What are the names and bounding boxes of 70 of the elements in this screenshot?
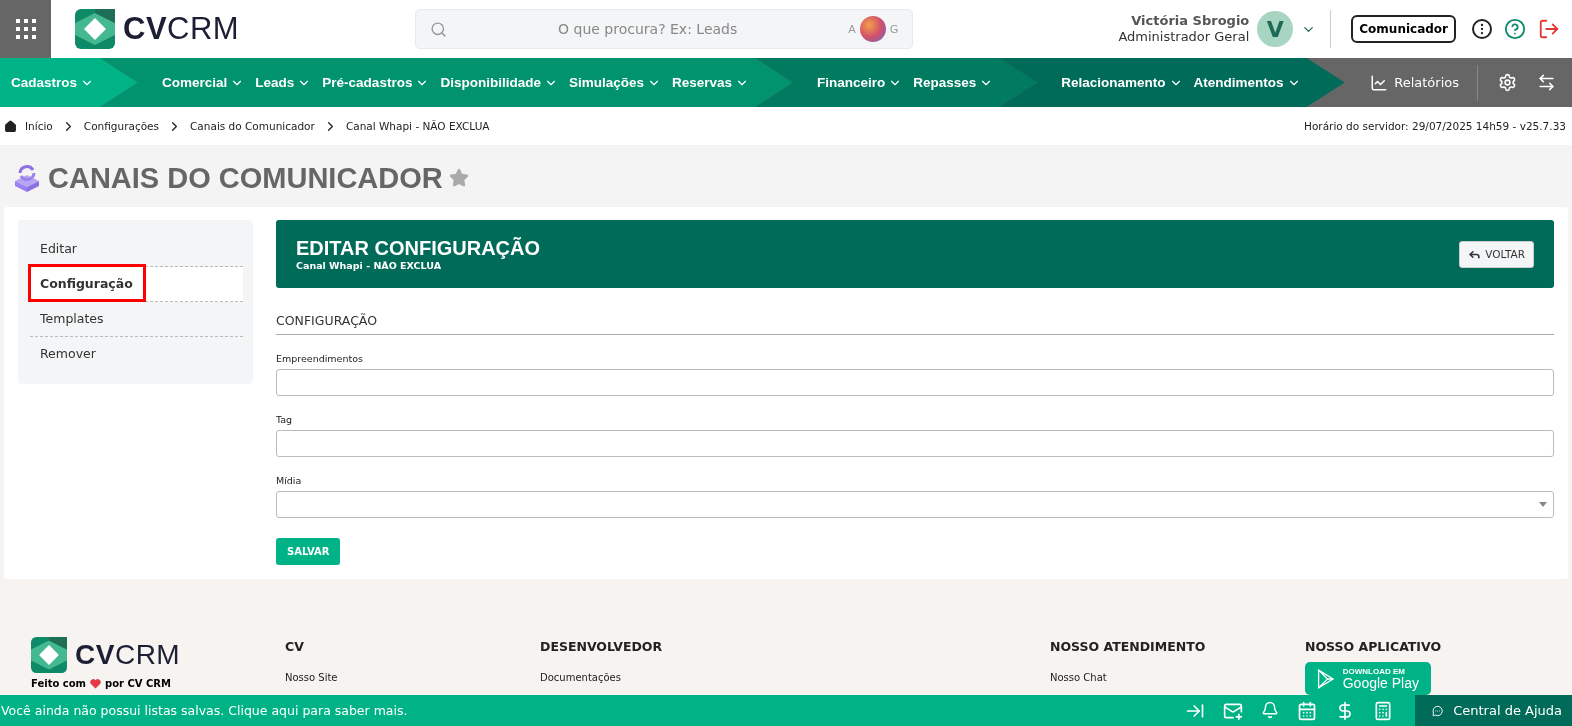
user-role: Administrador Geral — [1118, 29, 1250, 45]
made-with-text: por CV CRM — [105, 678, 171, 689]
field-label: Tag — [276, 414, 294, 426]
panel-subtitle: Canal Whapi - NÃO EXCLUA — [296, 260, 442, 272]
footer-heading: DESENVOLVEDOR — [540, 639, 664, 654]
help-icon[interactable] — [1504, 18, 1526, 40]
caret-icon — [1539, 502, 1547, 508]
footer-link[interactable]: Nosso Chat — [1050, 672, 1305, 683]
more-icon[interactable] — [1472, 19, 1492, 39]
user-avatar[interactable]: V — [1257, 11, 1294, 47]
calendar-icon[interactable] — [1297, 700, 1317, 721]
logo-icon — [31, 637, 67, 673]
nav-menu-item[interactable]: Leads — [255, 75, 312, 90]
footer-heading: NOSSO ATENDIMENTO — [1050, 639, 1207, 654]
input-field[interactable] — [276, 369, 1554, 397]
cube-arrows-icon — [12, 163, 42, 193]
back-button[interactable]: VOLTAR — [1459, 240, 1534, 268]
breadcrumb-link[interactable]: Início — [25, 120, 53, 132]
shortcut-key: G — [889, 22, 899, 36]
footer-heading: NOSSO APLICATIVO — [1305, 639, 1443, 654]
select-field[interactable] — [276, 491, 1554, 518]
breadcrumb-link[interactable]: Configurações — [83, 120, 160, 132]
nav-menu-item[interactable]: Repasses — [913, 75, 994, 90]
side-menu-item[interactable]: Remover — [30, 337, 243, 372]
logout-icon[interactable] — [1538, 18, 1560, 40]
help-center-button[interactable]: Central de Ajuda — [1415, 695, 1572, 726]
bell-icon[interactable] — [1261, 700, 1279, 719]
footer-link[interactable]: Nosso Site — [285, 672, 540, 683]
input-field[interactable] — [276, 430, 1554, 458]
grid-icon — [14, 18, 37, 40]
line-chart-icon — [1370, 73, 1389, 92]
nav-menu-item[interactable]: Atendimentos — [1193, 75, 1301, 90]
server-time: Horário do servidor: 29/07/2025 14h59 - v25.7.33 — [1304, 120, 1566, 132]
star-icon[interactable] — [448, 168, 469, 188]
nav-menu-item[interactable]: Relacionamento — [1061, 75, 1183, 90]
calculator-icon[interactable] — [1373, 700, 1393, 721]
panel-title: EDITAR CONFIGURAÇÃO — [296, 237, 541, 261]
heart-icon — [90, 678, 101, 689]
nav-menu-item[interactable]: Reservas — [671, 75, 749, 90]
nav-menu-item[interactable]: Disponibilidade — [440, 75, 558, 90]
logo-text: CVCRM — [123, 11, 240, 47]
side-menu-item[interactable]: Templates — [30, 302, 243, 337]
breadcrumb-link[interactable]: Canais do Comunicador — [190, 120, 315, 132]
logo-text: CVCRM — [75, 639, 181, 671]
made-with-text: Feito com — [31, 678, 86, 689]
nav-menu-item[interactable]: Pré-cadastros — [322, 75, 430, 90]
orb-icon — [859, 16, 886, 42]
play-icon — [1317, 666, 1335, 691]
breadcrumb-link[interactable]: Canal Whapi - NÃO EXCLUA — [345, 120, 490, 132]
search-icon — [430, 20, 448, 38]
user-name: Victória Sbrogio — [1131, 13, 1250, 29]
settings-icon[interactable] — [1498, 73, 1517, 92]
shortcut-key: A — [848, 22, 856, 36]
search-input[interactable]: O que procura? Ex: Leads — [457, 14, 839, 44]
nav-menu-item[interactable]: Financeiro — [817, 75, 903, 90]
swap-arrows-icon[interactable] — [1537, 73, 1556, 92]
apps-menu-button[interactable] — [0, 0, 51, 58]
field-label: Mídia — [276, 475, 303, 487]
footer-link[interactable]: Documentações — [540, 672, 1050, 683]
footer-heading: CV — [285, 639, 305, 654]
side-menu-item[interactable]: Configuração — [30, 267, 243, 302]
page-title: CANAIS DO COMUNICADOR — [48, 161, 443, 195]
home-icon[interactable] — [4, 119, 17, 133]
logo-icon — [75, 9, 115, 49]
section-heading: CONFIGURAÇÃO — [276, 313, 1554, 336]
nav-menu-item[interactable]: Comercial — [162, 75, 245, 90]
reports-link[interactable]: Relatórios — [1370, 64, 1478, 101]
communicator-button[interactable]: Comunicador — [1351, 15, 1456, 43]
field-label: Empreendimentos — [276, 353, 364, 365]
nav-menu-item[interactable]: Simulações — [568, 75, 661, 90]
